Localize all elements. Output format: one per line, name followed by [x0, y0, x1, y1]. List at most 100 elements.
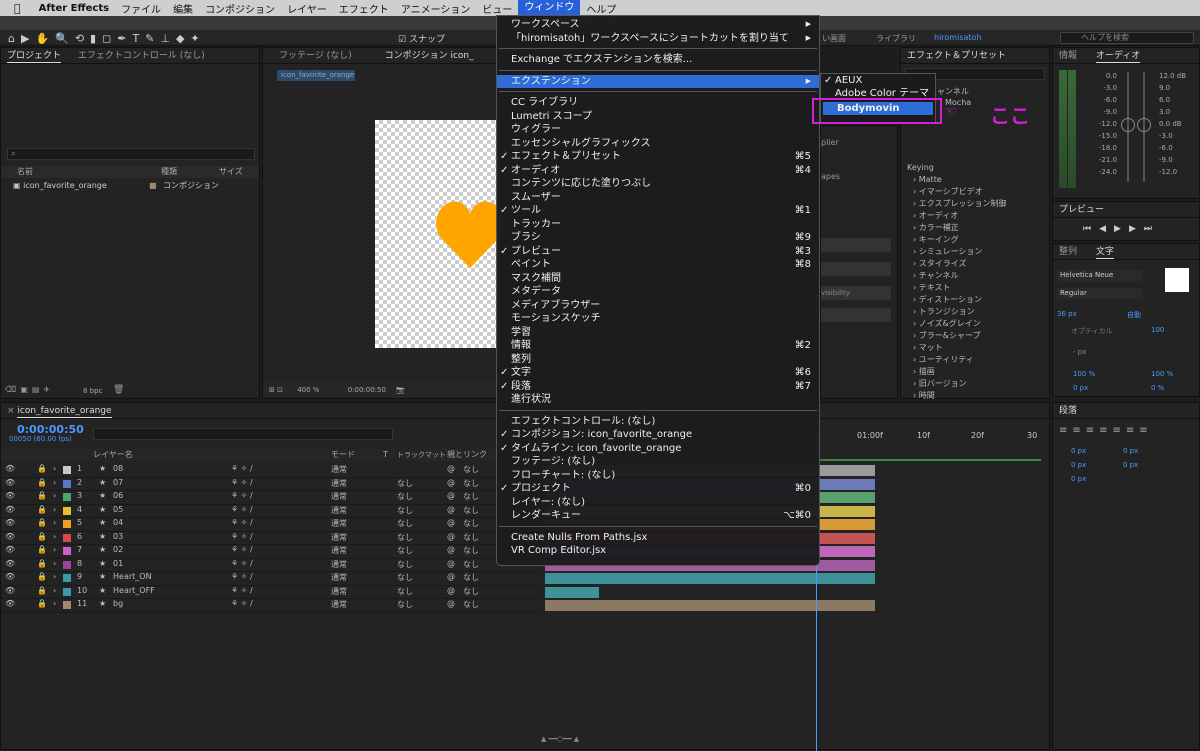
effects-category[interactable]: › オーディオ: [907, 210, 1047, 222]
layer-name[interactable]: 04: [113, 518, 123, 527]
lock-icon[interactable]: 🔒: [37, 545, 47, 554]
effects-category-keying[interactable]: Keying: [907, 162, 934, 174]
time-ruler[interactable]: 01:00f 10f 20f 30: [821, 431, 1049, 447]
parent-pickwhip-icon[interactable]: @: [447, 505, 455, 514]
window-menu-item[interactable]: 学習: [497, 326, 819, 340]
window-menu-item[interactable]: トラッカー: [497, 218, 819, 232]
parent-pickwhip-icon[interactable]: @: [447, 478, 455, 487]
effects-category[interactable]: › チャンネル: [907, 270, 1047, 282]
tool-icons[interactable]: ⌂▶✋🔍⟲▮◻✒T✎⊥◆✦: [8, 32, 206, 45]
trash-icon[interactable]: 🗑: [113, 385, 124, 395]
fill-color-swatch[interactable]: [1165, 268, 1189, 292]
menu-view[interactable]: ビュー: [476, 1, 518, 16]
layer-label-color[interactable]: [63, 533, 71, 542]
layer-label-color[interactable]: [63, 479, 71, 488]
layer-label-color[interactable]: [63, 560, 71, 569]
bpc-button[interactable]: 8 bpc: [83, 387, 102, 395]
layer-switches[interactable]: ⚘ ✧ /: [231, 545, 253, 554]
layer-switches[interactable]: ⚘ ✧ /: [231, 518, 253, 527]
window-menu-item[interactable]: ✓ タイムライン: icon_favorite_orange: [497, 442, 819, 456]
window-menu-item[interactable]: 「hiromisatoh」ワークスペースにショートカットを割り当て ▶: [497, 32, 819, 46]
layer-switches[interactable]: ⚘ ✧ /: [231, 532, 253, 541]
layer-trackmatte-select[interactable]: なし: [397, 532, 413, 543]
layer-trackmatte-select[interactable]: なし: [397, 545, 413, 556]
project-search-input[interactable]: ⌕: [7, 148, 255, 160]
tab-effect-controls[interactable]: エフェクトコントロール (なし): [78, 51, 205, 61]
layer-label-color[interactable]: [63, 574, 71, 582]
window-menu-item[interactable]: 整列: [497, 353, 819, 367]
effects-category[interactable]: › イマーシブビデオ: [907, 186, 1047, 198]
effects-category[interactable]: › ユーティリティ: [907, 354, 1047, 366]
help-search-input[interactable]: ヘルプを検索: [1060, 32, 1194, 44]
lock-icon[interactable]: 🔒: [37, 599, 47, 608]
close-icon[interactable]: ×: [7, 406, 15, 416]
layer-mode-select[interactable]: 通常: [331, 559, 347, 570]
project-footer-icons[interactable]: ⌫▣▤✈: [5, 385, 54, 394]
layer-trackmatte-select[interactable]: なし: [397, 491, 413, 502]
layer-row[interactable]: 👁 🔒 › 9 ★ Heart_ON ⚘ ✧ / 通常 なし @ なし: [1, 572, 541, 586]
layer-mode-select[interactable]: 通常: [331, 599, 347, 610]
layer-trackmatte-select[interactable]: なし: [397, 518, 413, 529]
expand-chevron-icon[interactable]: ›: [53, 545, 56, 554]
layer-row[interactable]: 👁 🔒 › 2 ★ 07 ⚘ ✧ / 通常 なし @ なし: [1, 478, 541, 491]
layer-mode-select[interactable]: 通常: [331, 586, 347, 597]
app-menu[interactable]: After Effects: [27, 3, 115, 14]
visibility-eye-icon[interactable]: 👁: [5, 599, 15, 608]
window-menu-item[interactable]: スムーザー: [497, 191, 819, 205]
tab-audio[interactable]: オーディオ: [1095, 51, 1141, 63]
col-mode[interactable]: モード: [331, 449, 355, 461]
window-menu-item[interactable]: Exchange でエクステンションを検索...: [497, 53, 819, 67]
stroke-width-field[interactable]: - px: [1073, 348, 1086, 356]
expand-chevron-icon[interactable]: ›: [53, 599, 56, 608]
window-menu-item[interactable]: ワークスペース ▶: [497, 18, 819, 32]
layer-name[interactable]: Heart_OFF: [113, 586, 155, 595]
layer-name[interactable]: 02: [113, 545, 123, 554]
indent-first-field[interactable]: 0 px: [1071, 461, 1086, 469]
layer-label-color[interactable]: [63, 506, 71, 515]
menu-window[interactable]: ウィンドウ: [518, 0, 581, 16]
parent-pickwhip-icon[interactable]: @: [447, 559, 455, 568]
layer-name[interactable]: bg: [113, 599, 123, 608]
heart-shape[interactable]: [435, 192, 505, 272]
effects-category[interactable]: › テキスト: [907, 282, 1047, 294]
apple-icon[interactable]: : [0, 2, 27, 15]
layer-duration-bar[interactable]: [545, 573, 875, 584]
comp-view-tab[interactable]: icon_favorite_orange: [277, 70, 355, 81]
col-layer-name[interactable]: レイヤー名: [93, 449, 133, 461]
layer-trackmatte-select[interactable]: なし: [397, 505, 413, 516]
window-menu-item[interactable]: ✓ ツール ⌘1: [497, 204, 819, 218]
paragraph-align-icons[interactable]: ≡≡≡≡≡≡≡: [1059, 425, 1153, 436]
layer-switches[interactable]: ⚘ ✧ /: [231, 505, 253, 514]
layer-switches[interactable]: ⚘ ✧ /: [231, 586, 253, 595]
viewer-controls-icon[interactable]: ⊞ ⊡: [269, 386, 283, 394]
layer-label-color[interactable]: [63, 520, 71, 528]
font-style-select[interactable]: Regular: [1057, 288, 1143, 299]
workspace-tab-library[interactable]: ライブラリ: [876, 33, 916, 44]
font-size-field[interactable]: 36 px: [1057, 310, 1077, 318]
layer-parent-select[interactable]: なし: [463, 545, 479, 556]
layer-row[interactable]: 👁 🔒 › 6 ★ 03 ⚘ ✧ / 通常 なし @ なし: [1, 532, 541, 545]
lock-icon[interactable]: 🔒: [37, 464, 47, 473]
window-menu-item[interactable]: フローチャート: (なし): [497, 469, 819, 483]
window-menu-item[interactable]: エフェクトコントロール: (なし): [497, 415, 819, 429]
layer-trackmatte-select[interactable]: なし: [397, 559, 413, 570]
expand-chevron-icon[interactable]: ›: [53, 505, 56, 514]
layer-row[interactable]: 👁 🔒 › 1 ★ 08 ⚘ ✧ / 通常 @ なし: [1, 464, 541, 478]
comp-canvas[interactable]: [375, 120, 504, 348]
menu-help[interactable]: ヘルプ: [580, 1, 622, 16]
project-item[interactable]: ▣ icon_favorite_orange ■ コンポジション: [1, 180, 259, 192]
window-menu-item[interactable]: ペイント ⌘8: [497, 258, 819, 272]
window-menu-item[interactable]: エクステンション ▶: [497, 74, 819, 88]
lock-icon[interactable]: 🔒: [37, 572, 47, 581]
col-size[interactable]: サイズ: [219, 166, 243, 178]
layer-parent-select[interactable]: なし: [463, 532, 479, 543]
layer-parent-select[interactable]: なし: [463, 478, 479, 489]
visibility-eye-icon[interactable]: 👁: [5, 559, 15, 568]
layer-name[interactable]: 08: [113, 464, 123, 473]
window-menu-item[interactable]: ✓ エフェクト＆プリセット ⌘5: [497, 150, 819, 164]
layer-name[interactable]: 03: [113, 532, 123, 541]
layer-mode-select[interactable]: 通常: [331, 572, 347, 583]
layer-trackmatte-select[interactable]: なし: [397, 599, 413, 610]
layer-name[interactable]: 01: [113, 559, 123, 568]
window-menu-item[interactable]: コンテンツに応じた塗りつぶし: [497, 177, 819, 191]
